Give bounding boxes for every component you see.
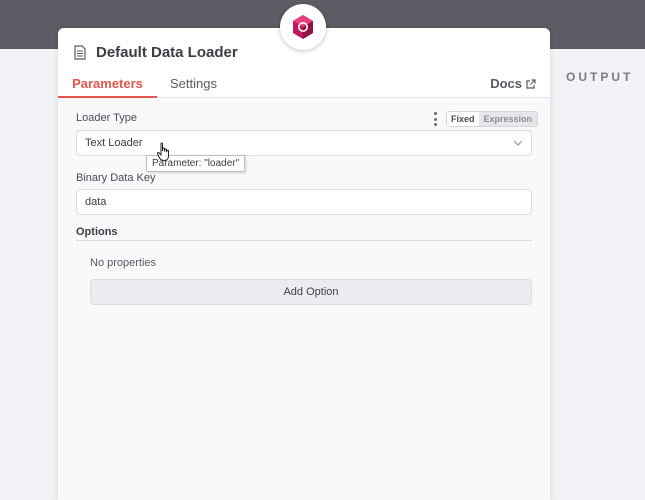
loader-type-select[interactable]: Text Loader xyxy=(76,130,532,156)
external-link-icon xyxy=(526,78,536,89)
binary-data-key-value: data xyxy=(85,196,107,208)
parameter-options-icon[interactable] xyxy=(432,112,438,126)
tab-parameters[interactable]: Parameters xyxy=(58,76,157,98)
node-panel: Default Data Loader Parameters Settings … xyxy=(58,28,550,500)
options-title: Options xyxy=(76,226,118,238)
panel-title: Default Data Loader xyxy=(96,44,238,61)
openai-logo-icon xyxy=(293,15,313,39)
tab-settings[interactable]: Settings xyxy=(170,76,217,91)
no-properties-text: No properties xyxy=(90,257,157,269)
docs-label: Docs xyxy=(490,76,522,91)
toggle-expression[interactable]: Expression xyxy=(478,112,538,126)
binary-data-key-label: Binary Data Key xyxy=(76,172,156,184)
hand-pointer-icon xyxy=(156,142,169,162)
docs-link[interactable]: Docs xyxy=(490,76,536,91)
loader-type-value: Text Loader xyxy=(85,137,143,149)
document-icon xyxy=(74,45,86,60)
canvas-background-right xyxy=(550,49,645,500)
add-option-button[interactable]: Add Option xyxy=(90,279,532,305)
output-label: OUTPUT xyxy=(566,70,634,84)
toggle-fixed[interactable]: Fixed xyxy=(447,112,479,126)
canvas-background-left xyxy=(0,49,58,500)
node-badge[interactable] xyxy=(280,4,326,50)
options-divider xyxy=(76,240,532,241)
fixed-expression-toggle[interactable]: Fixed Expression xyxy=(446,111,539,127)
loader-type-label: Loader Type xyxy=(76,112,137,124)
binary-data-key-input[interactable]: data xyxy=(76,189,532,215)
chevron-down-icon xyxy=(513,140,523,146)
